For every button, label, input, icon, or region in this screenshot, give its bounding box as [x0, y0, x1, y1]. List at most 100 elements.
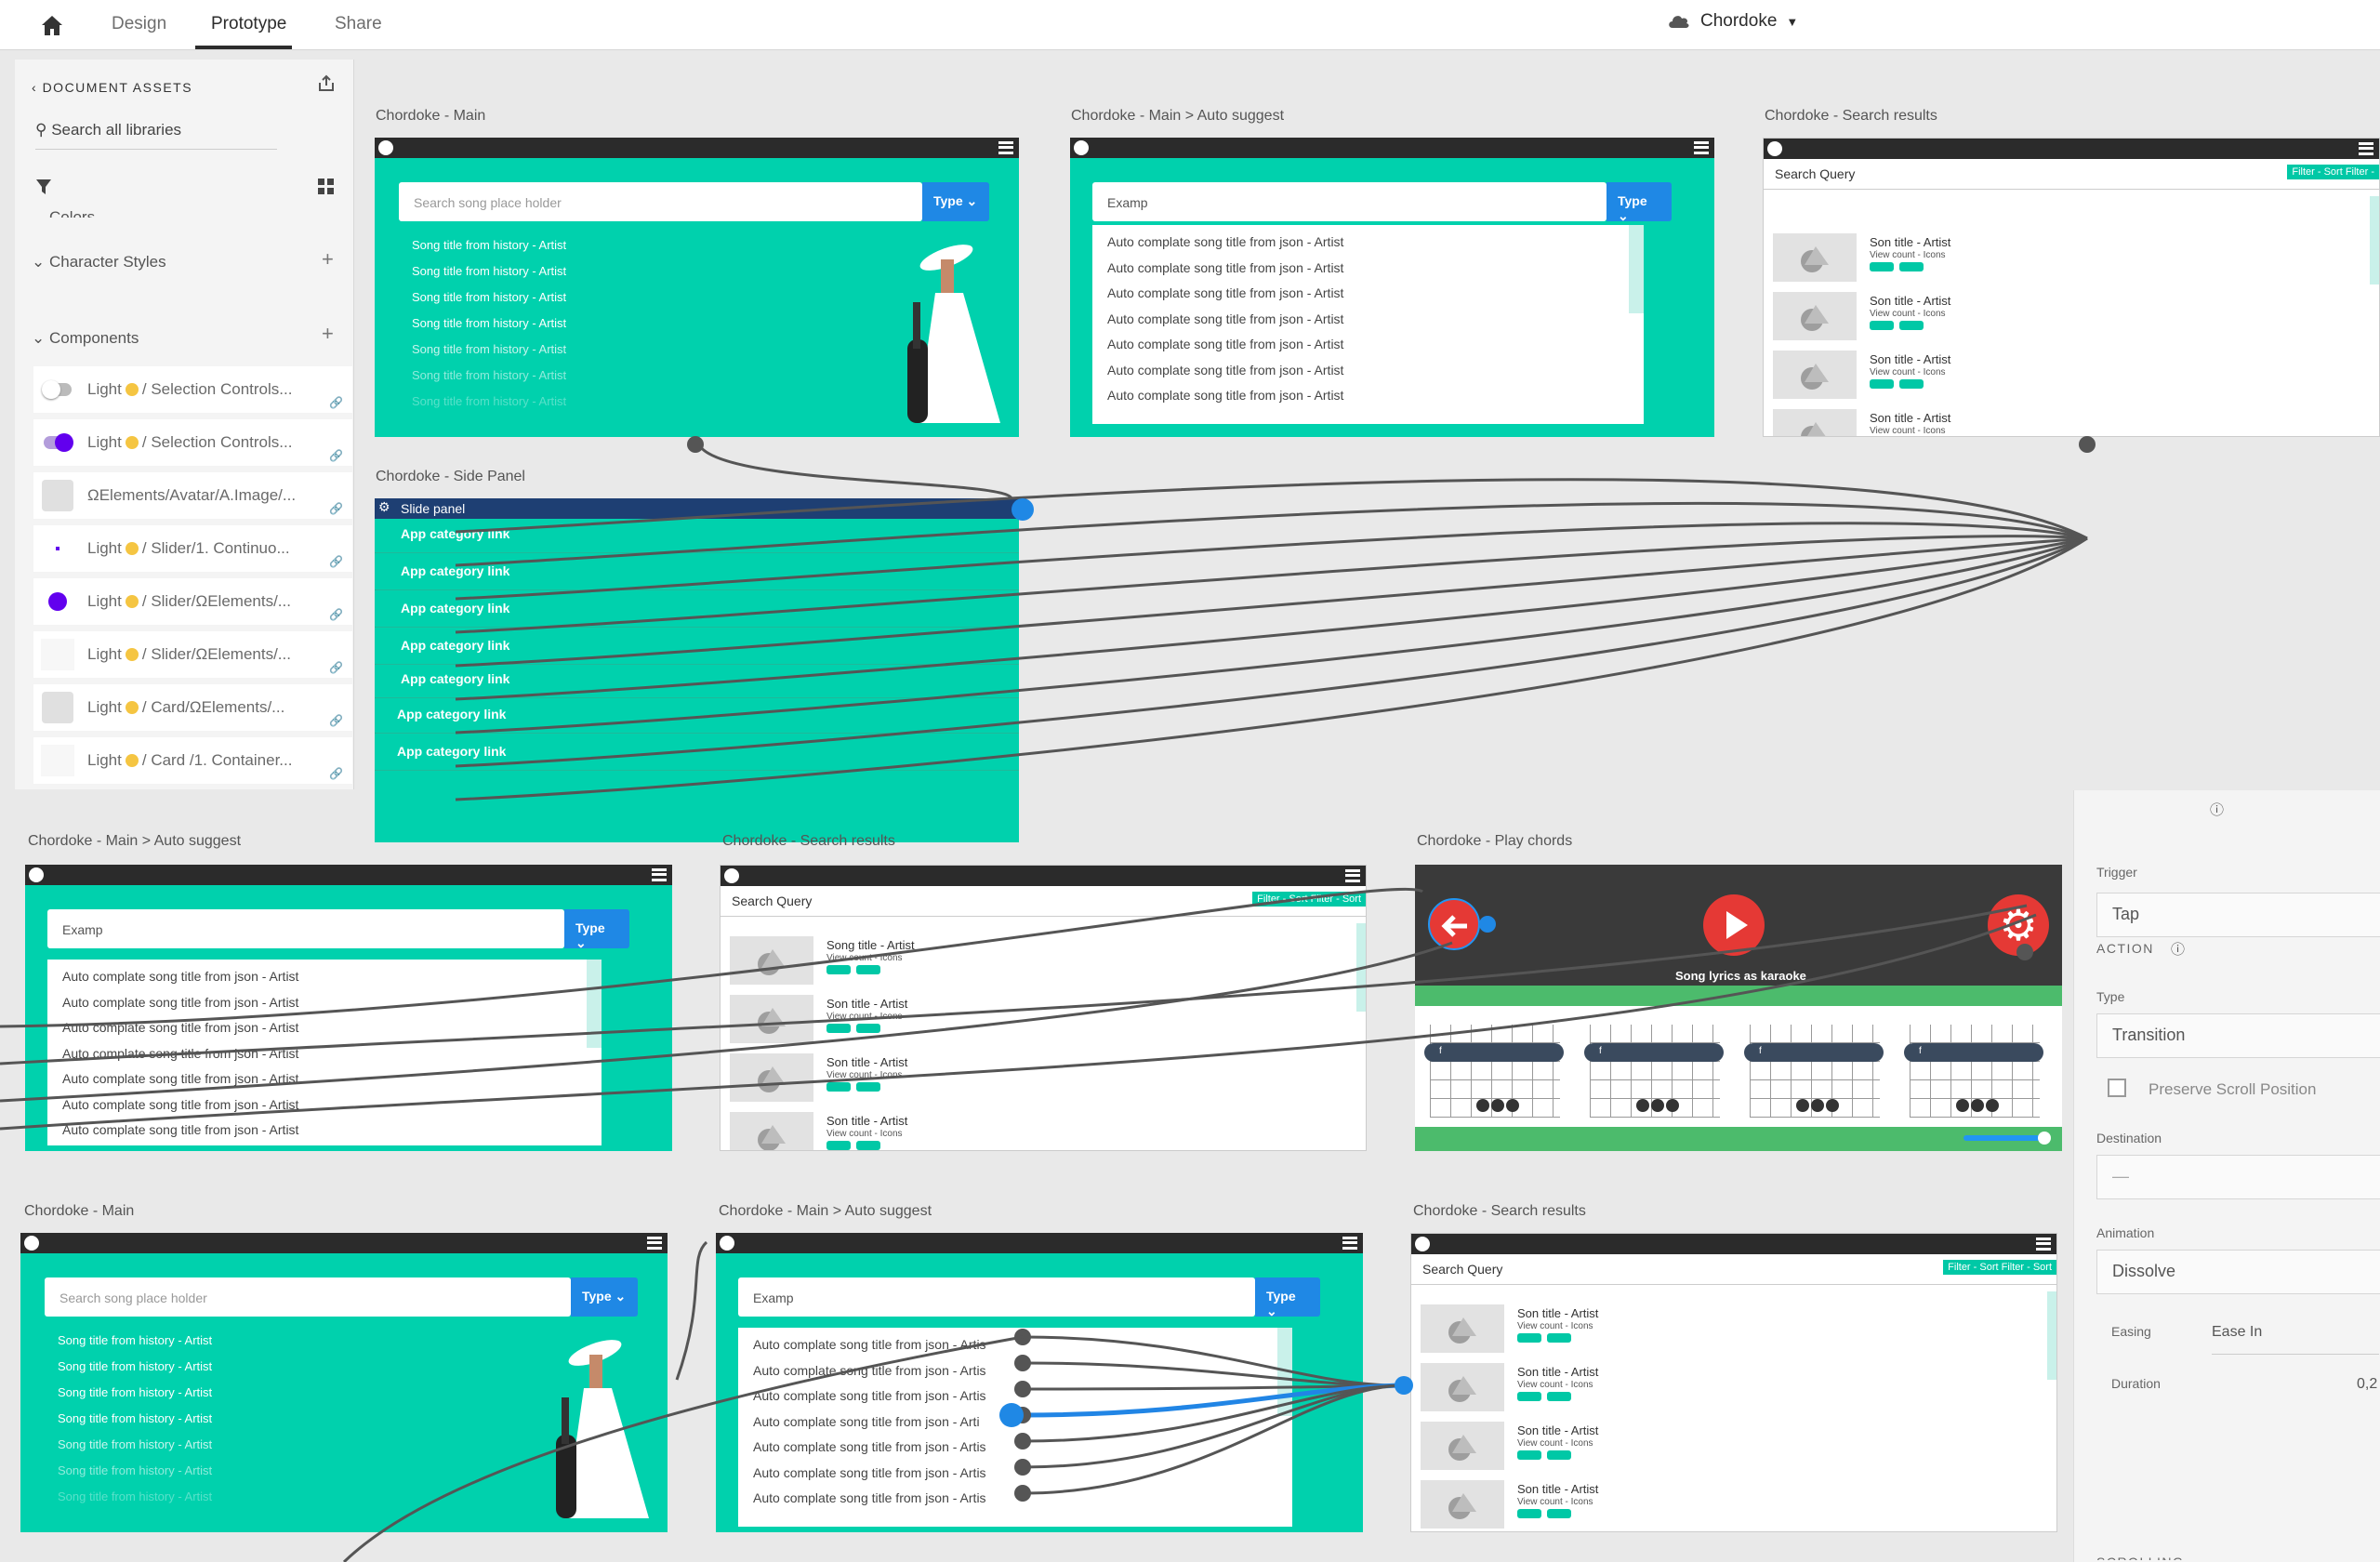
tag-chip[interactable]	[826, 1082, 851, 1092]
type-dropdown-button[interactable]: Type ⌄	[571, 1277, 638, 1317]
history-item[interactable]: Song title from history - Artist	[412, 342, 566, 356]
type-dropdown-button[interactable]: Type ⌄	[564, 909, 629, 950]
tag-chip[interactable]	[1547, 1392, 1571, 1401]
result-card[interactable]: Son title - Artist View count - Icons	[1421, 1480, 1699, 1531]
animation-select[interactable]: Dissolve	[2096, 1250, 2380, 1294]
tag-chip[interactable]	[856, 965, 880, 974]
tab-prototype[interactable]: Prototype	[211, 14, 286, 34]
trigger-select[interactable]: Tap	[2096, 893, 2380, 937]
tag-chip[interactable]	[1870, 321, 1894, 330]
document-title-dropdown[interactable]: Chordoke ▼	[1667, 11, 1798, 32]
hamburger-menu-icon[interactable]	[2036, 1238, 2051, 1251]
suggestion-item[interactable]: Auto complate song title from json - Art…	[738, 1388, 1292, 1414]
scrollbar[interactable]	[1356, 923, 1366, 1012]
tag-chip[interactable]	[856, 1141, 880, 1150]
settings-gear-icon[interactable]: ⚙	[1988, 894, 2049, 956]
app-category-link[interactable]: App category link	[397, 707, 506, 721]
suggestion-item[interactable]: Auto complate song title from json - Art…	[738, 1465, 1292, 1491]
component-item[interactable]: ΩElements/Avatar/A.Image/... 🔗	[33, 472, 352, 519]
component-item[interactable]: Light / Card /1. Container... 🔗	[33, 737, 352, 784]
result-card[interactable]: Son title - Artist View count - Icons	[730, 1053, 1009, 1105]
app-category-link[interactable]: App category link	[401, 601, 509, 616]
link-icon[interactable]: 🔗	[329, 555, 343, 568]
component-item[interactable]: Light / Card/ΩElements/... 🔗	[33, 684, 352, 731]
filter-icon[interactable]	[35, 179, 52, 195]
tag-chip[interactable]	[1517, 1509, 1541, 1518]
search-results-screen[interactable]: Search Query Filter - Sort Filter - Sort S…	[1410, 1233, 2057, 1532]
tag-chip[interactable]	[1547, 1509, 1571, 1518]
suggestion-item[interactable]: Auto complate song title from json - Art…	[47, 1122, 602, 1148]
link-icon[interactable]: 🔗	[329, 767, 343, 780]
play-icon[interactable]	[1703, 894, 1765, 956]
artboard-title[interactable]: Chordoke - Main > Auto suggest	[719, 1203, 932, 1220]
tag-chip[interactable]	[856, 1082, 880, 1092]
result-card[interactable]: Son title - Artist View count - Icons	[730, 995, 1009, 1047]
result-card[interactable]: Son title - Artist View count - Icons	[1421, 1422, 1699, 1474]
search-input[interactable]: Search song place holder	[399, 182, 922, 221]
tag-chip[interactable]	[826, 1024, 851, 1033]
link-icon[interactable]: 🔗	[329, 608, 343, 621]
main-screen[interactable]: Search song place holder Type ⌄ Song title…	[375, 138, 1019, 437]
type-dropdown-button[interactable]: Type ⌄	[1606, 182, 1672, 223]
artboard-title[interactable]: Chordoke - Search results	[722, 833, 895, 850]
app-category-link[interactable]: App category link	[401, 563, 509, 578]
tag-chip[interactable]	[1870, 262, 1894, 271]
components-section[interactable]: ⌄ Components	[32, 329, 139, 348]
search-results-screen[interactable]: Search Query Filter - Sort Filter - Son ti…	[1763, 138, 2380, 437]
tag-chip[interactable]	[1870, 379, 1894, 389]
artboard-title[interactable]: Chordoke - Play chords	[1417, 833, 1572, 850]
suggestion-item[interactable]: Auto complate song title from json - Art…	[1092, 337, 1644, 363]
tab-share[interactable]: Share	[335, 14, 382, 34]
artboard-title[interactable]: Chordoke - Main > Auto suggest	[1071, 108, 1284, 125]
result-card[interactable]: Son title - Artist View count - Icons	[1421, 1304, 1699, 1357]
hamburger-menu-icon[interactable]	[652, 868, 667, 881]
component-item[interactable]: Light / Slider/ΩElements/... 🔗	[33, 578, 352, 625]
history-item[interactable]: Song title from history - Artist	[58, 1489, 212, 1503]
type-dropdown-button[interactable]: Type ⌄	[922, 182, 989, 221]
hamburger-menu-icon[interactable]	[1694, 141, 1709, 154]
link-icon[interactable]: 🔗	[329, 661, 343, 674]
character-styles-section[interactable]: ⌄ Character Styles	[32, 253, 166, 271]
result-card[interactable]: Son title - Artist View count - Icons	[1773, 233, 2052, 285]
suggestion-item[interactable]: Auto complate song title from json - Art…	[47, 1020, 602, 1046]
tab-design[interactable]: Design	[112, 14, 166, 34]
artboard-title[interactable]: Chordoke - Main	[24, 1203, 134, 1220]
play-chords-screen[interactable]: ⚙ Song lyrics as karaoke f f f f	[1415, 865, 2062, 1151]
gear-icon[interactable]: ⚙	[378, 499, 390, 515]
app-category-link[interactable]: App category link	[397, 744, 506, 759]
filter-sort-chips[interactable]: Filter - Sort Filter - Sort	[1943, 1260, 2056, 1275]
export-icon[interactable]	[317, 74, 336, 93]
hamburger-menu-icon[interactable]	[647, 1237, 662, 1250]
search-input[interactable]: Examp	[47, 909, 564, 948]
chord-diagram[interactable]: f	[1744, 1025, 1884, 1118]
result-card[interactable]: Son title - Artist View count - Icons	[1773, 351, 2052, 403]
link-icon[interactable]: 🔗	[329, 449, 343, 462]
app-category-link[interactable]: App category link	[401, 671, 509, 686]
result-card[interactable]: Song title - Artist View count - Icons	[730, 936, 1009, 988]
tag-chip[interactable]	[1517, 1450, 1541, 1460]
assets-header[interactable]: ‹ DOCUMENT ASSETS	[32, 80, 192, 95]
playback-slider[interactable]	[1964, 1132, 2051, 1145]
history-item[interactable]: Song title from history - Artist	[58, 1463, 212, 1477]
component-item[interactable]: Light / Selection Controls... 🔗	[33, 419, 352, 466]
artboard-title[interactable]: Chordoke - Search results	[1765, 108, 1937, 125]
history-item[interactable]: Song title from history - Artist	[58, 1437, 212, 1451]
result-card[interactable]: Son title - Artist View count - Icons	[1421, 1363, 1699, 1415]
link-icon[interactable]: 🔗	[329, 714, 343, 727]
history-item[interactable]: Song title from history - Artist	[58, 1359, 212, 1373]
auto-suggest-screen[interactable]: Examp Type ⌄ Auto complate song title from…	[25, 865, 672, 1151]
history-item[interactable]: Song title from history - Artist	[58, 1411, 212, 1425]
hamburger-menu-icon[interactable]	[1342, 1237, 1357, 1250]
suggestion-item[interactable]: Auto complate song title from json - Art…	[1092, 285, 1644, 311]
component-item[interactable]: Light / Slider/1. Continuo... 🔗	[33, 525, 352, 572]
tag-chip[interactable]	[1517, 1333, 1541, 1343]
link-icon[interactable]: 🔗	[329, 396, 343, 409]
suggestion-item[interactable]: Auto complate song title from json - Art…	[47, 969, 602, 995]
add-character-style-button[interactable]: +	[322, 247, 334, 271]
history-item[interactable]: Song title from history - Artist	[412, 368, 566, 382]
destination-select[interactable]: —	[2096, 1155, 2380, 1199]
tag-chip[interactable]	[1899, 321, 1924, 330]
suggestion-item[interactable]: Auto complate song title from json - Art…	[1092, 388, 1644, 414]
tag-chip[interactable]	[1899, 262, 1924, 271]
colors-section[interactable]: ⌄ Colors	[32, 208, 95, 218]
